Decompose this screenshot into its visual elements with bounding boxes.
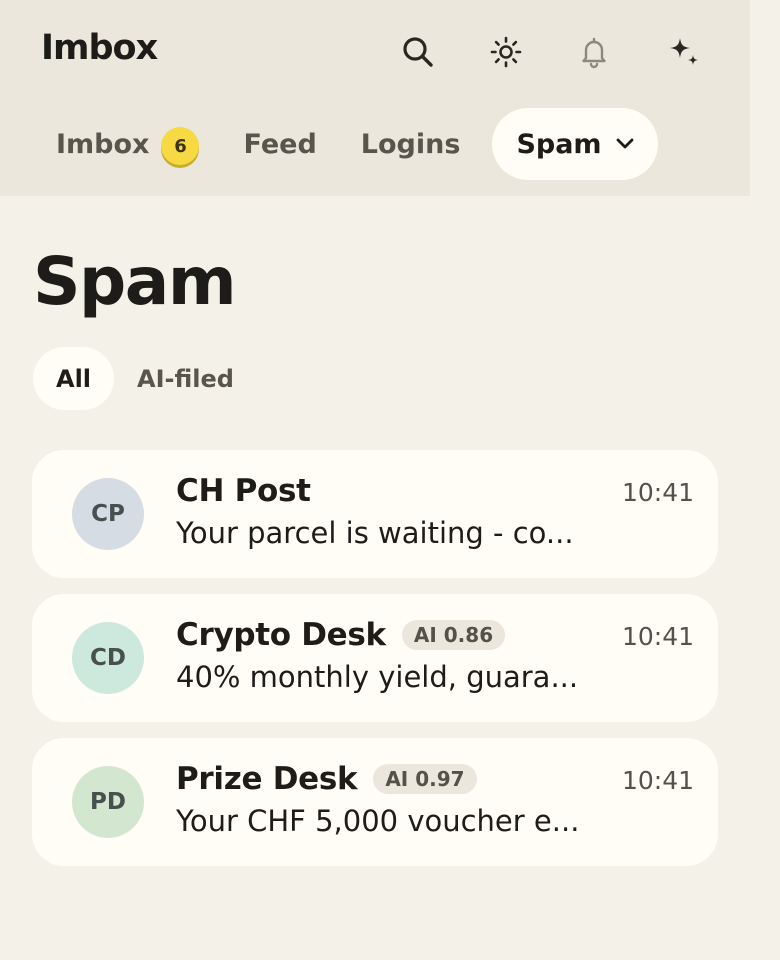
sender-name: Crypto Desk: [176, 617, 386, 653]
message-card[interactable]: CD Crypto Desk AI 0.86 10:41 40% monthly…: [32, 594, 718, 722]
avatar: CP: [72, 478, 144, 550]
search-button[interactable]: [398, 32, 438, 72]
message-card[interactable]: CP CH Post 10:41 Your parcel is waiting …: [32, 450, 718, 578]
avatar: CD: [72, 622, 144, 694]
theme-toggle-button[interactable]: [486, 32, 526, 72]
ai-assistant-button[interactable]: [664, 32, 704, 72]
tab-spam[interactable]: Spam: [492, 108, 658, 180]
chevron-down-icon: [616, 138, 634, 150]
sender-name: CH Post: [176, 473, 311, 509]
top-bar: Imbox Imbox 6 Feed Logins Spam: [0, 0, 750, 196]
tab-logins-label: Logins: [360, 128, 461, 160]
bell-icon: [582, 37, 606, 69]
tab-logins[interactable]: Logins: [339, 108, 483, 180]
page-title: Spam: [33, 243, 237, 320]
tab-imbox[interactable]: Imbox 6: [34, 108, 221, 180]
message-time: 10:41: [621, 622, 694, 651]
message-preview: Your CHF 5,000 voucher e...: [176, 804, 580, 838]
filter-chips: All AI-filed: [33, 347, 257, 410]
filter-all[interactable]: All: [33, 347, 115, 410]
sun-icon: [490, 36, 522, 68]
tab-feed[interactable]: Feed: [221, 108, 338, 180]
message-preview: Your parcel is waiting - co...: [176, 516, 574, 550]
unread-count-badge: 6: [161, 127, 200, 165]
sparkle-icon: [670, 38, 698, 65]
ai-score-badge: AI 0.97: [373, 764, 477, 794]
ai-score-badge: AI 0.86: [401, 620, 506, 650]
message-time: 10:41: [621, 478, 694, 507]
sender-line: CH Post: [176, 470, 311, 512]
app-title: Imbox: [41, 28, 158, 68]
message-list: CP CH Post 10:41 Your parcel is waiting …: [32, 450, 718, 882]
sender-name: Prize Desk: [176, 761, 358, 797]
notifications-button[interactable]: [574, 32, 614, 72]
sender-line: Crypto Desk AI 0.86: [176, 614, 506, 656]
tab-imbox-label: Imbox: [56, 128, 150, 160]
message-time: 10:41: [621, 766, 694, 795]
tab-spam-label: Spam: [516, 128, 602, 160]
avatar: PD: [72, 766, 144, 838]
tab-feed-label: Feed: [243, 128, 317, 160]
message-preview: 40% monthly yield, guara...: [176, 660, 579, 694]
message-card[interactable]: PD Prize Desk AI 0.97 10:41 Your CHF 5,0…: [32, 738, 718, 866]
filter-ai-filed[interactable]: AI-filed: [114, 347, 257, 410]
mailbox-tabs: Imbox 6 Feed Logins Spam: [34, 108, 658, 180]
sender-line: Prize Desk AI 0.97: [176, 758, 477, 800]
search-icon: [403, 37, 433, 67]
